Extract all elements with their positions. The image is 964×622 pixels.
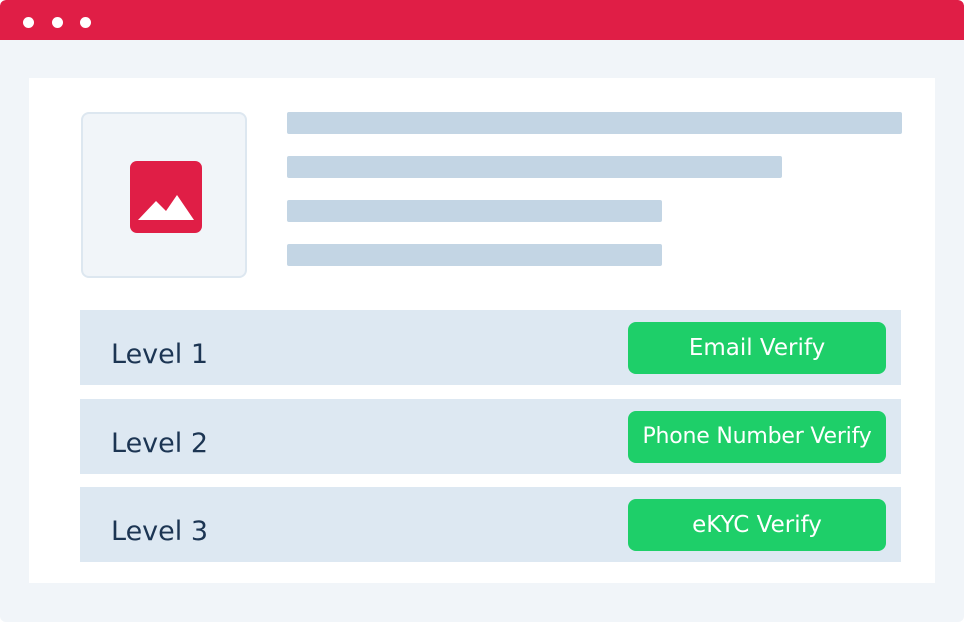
phone-number-verify-button[interactable]: Phone Number Verify (628, 411, 886, 463)
profile-thumbnail (81, 112, 247, 278)
level-label: Level 2 (111, 428, 209, 459)
window-control-dot-icon[interactable] (80, 17, 91, 28)
image-icon-graphic (138, 195, 194, 220)
text-placeholder-line (287, 156, 782, 178)
level-row-3: Level 3 eKYC Verify (80, 487, 901, 562)
ekyc-verify-button[interactable]: eKYC Verify (628, 499, 886, 551)
content-panel: Level 1 Email Verify Level 2 Phone Numbe… (29, 78, 935, 583)
text-placeholder-line (287, 112, 902, 134)
window-titlebar (0, 0, 964, 40)
level-label: Level 3 (111, 516, 209, 547)
text-placeholder-line (287, 200, 662, 222)
level-row-2: Level 2 Phone Number Verify (80, 399, 901, 474)
window-control-dot-icon[interactable] (23, 17, 34, 28)
browser-window: Level 1 Email Verify Level 2 Phone Numbe… (0, 0, 964, 622)
text-placeholder-line (287, 244, 662, 266)
level-row-1: Level 1 Email Verify (80, 310, 901, 385)
window-control-dot-icon[interactable] (52, 17, 63, 28)
image-icon (130, 161, 202, 233)
level-label: Level 1 (111, 339, 209, 370)
email-verify-button[interactable]: Email Verify (628, 322, 886, 374)
